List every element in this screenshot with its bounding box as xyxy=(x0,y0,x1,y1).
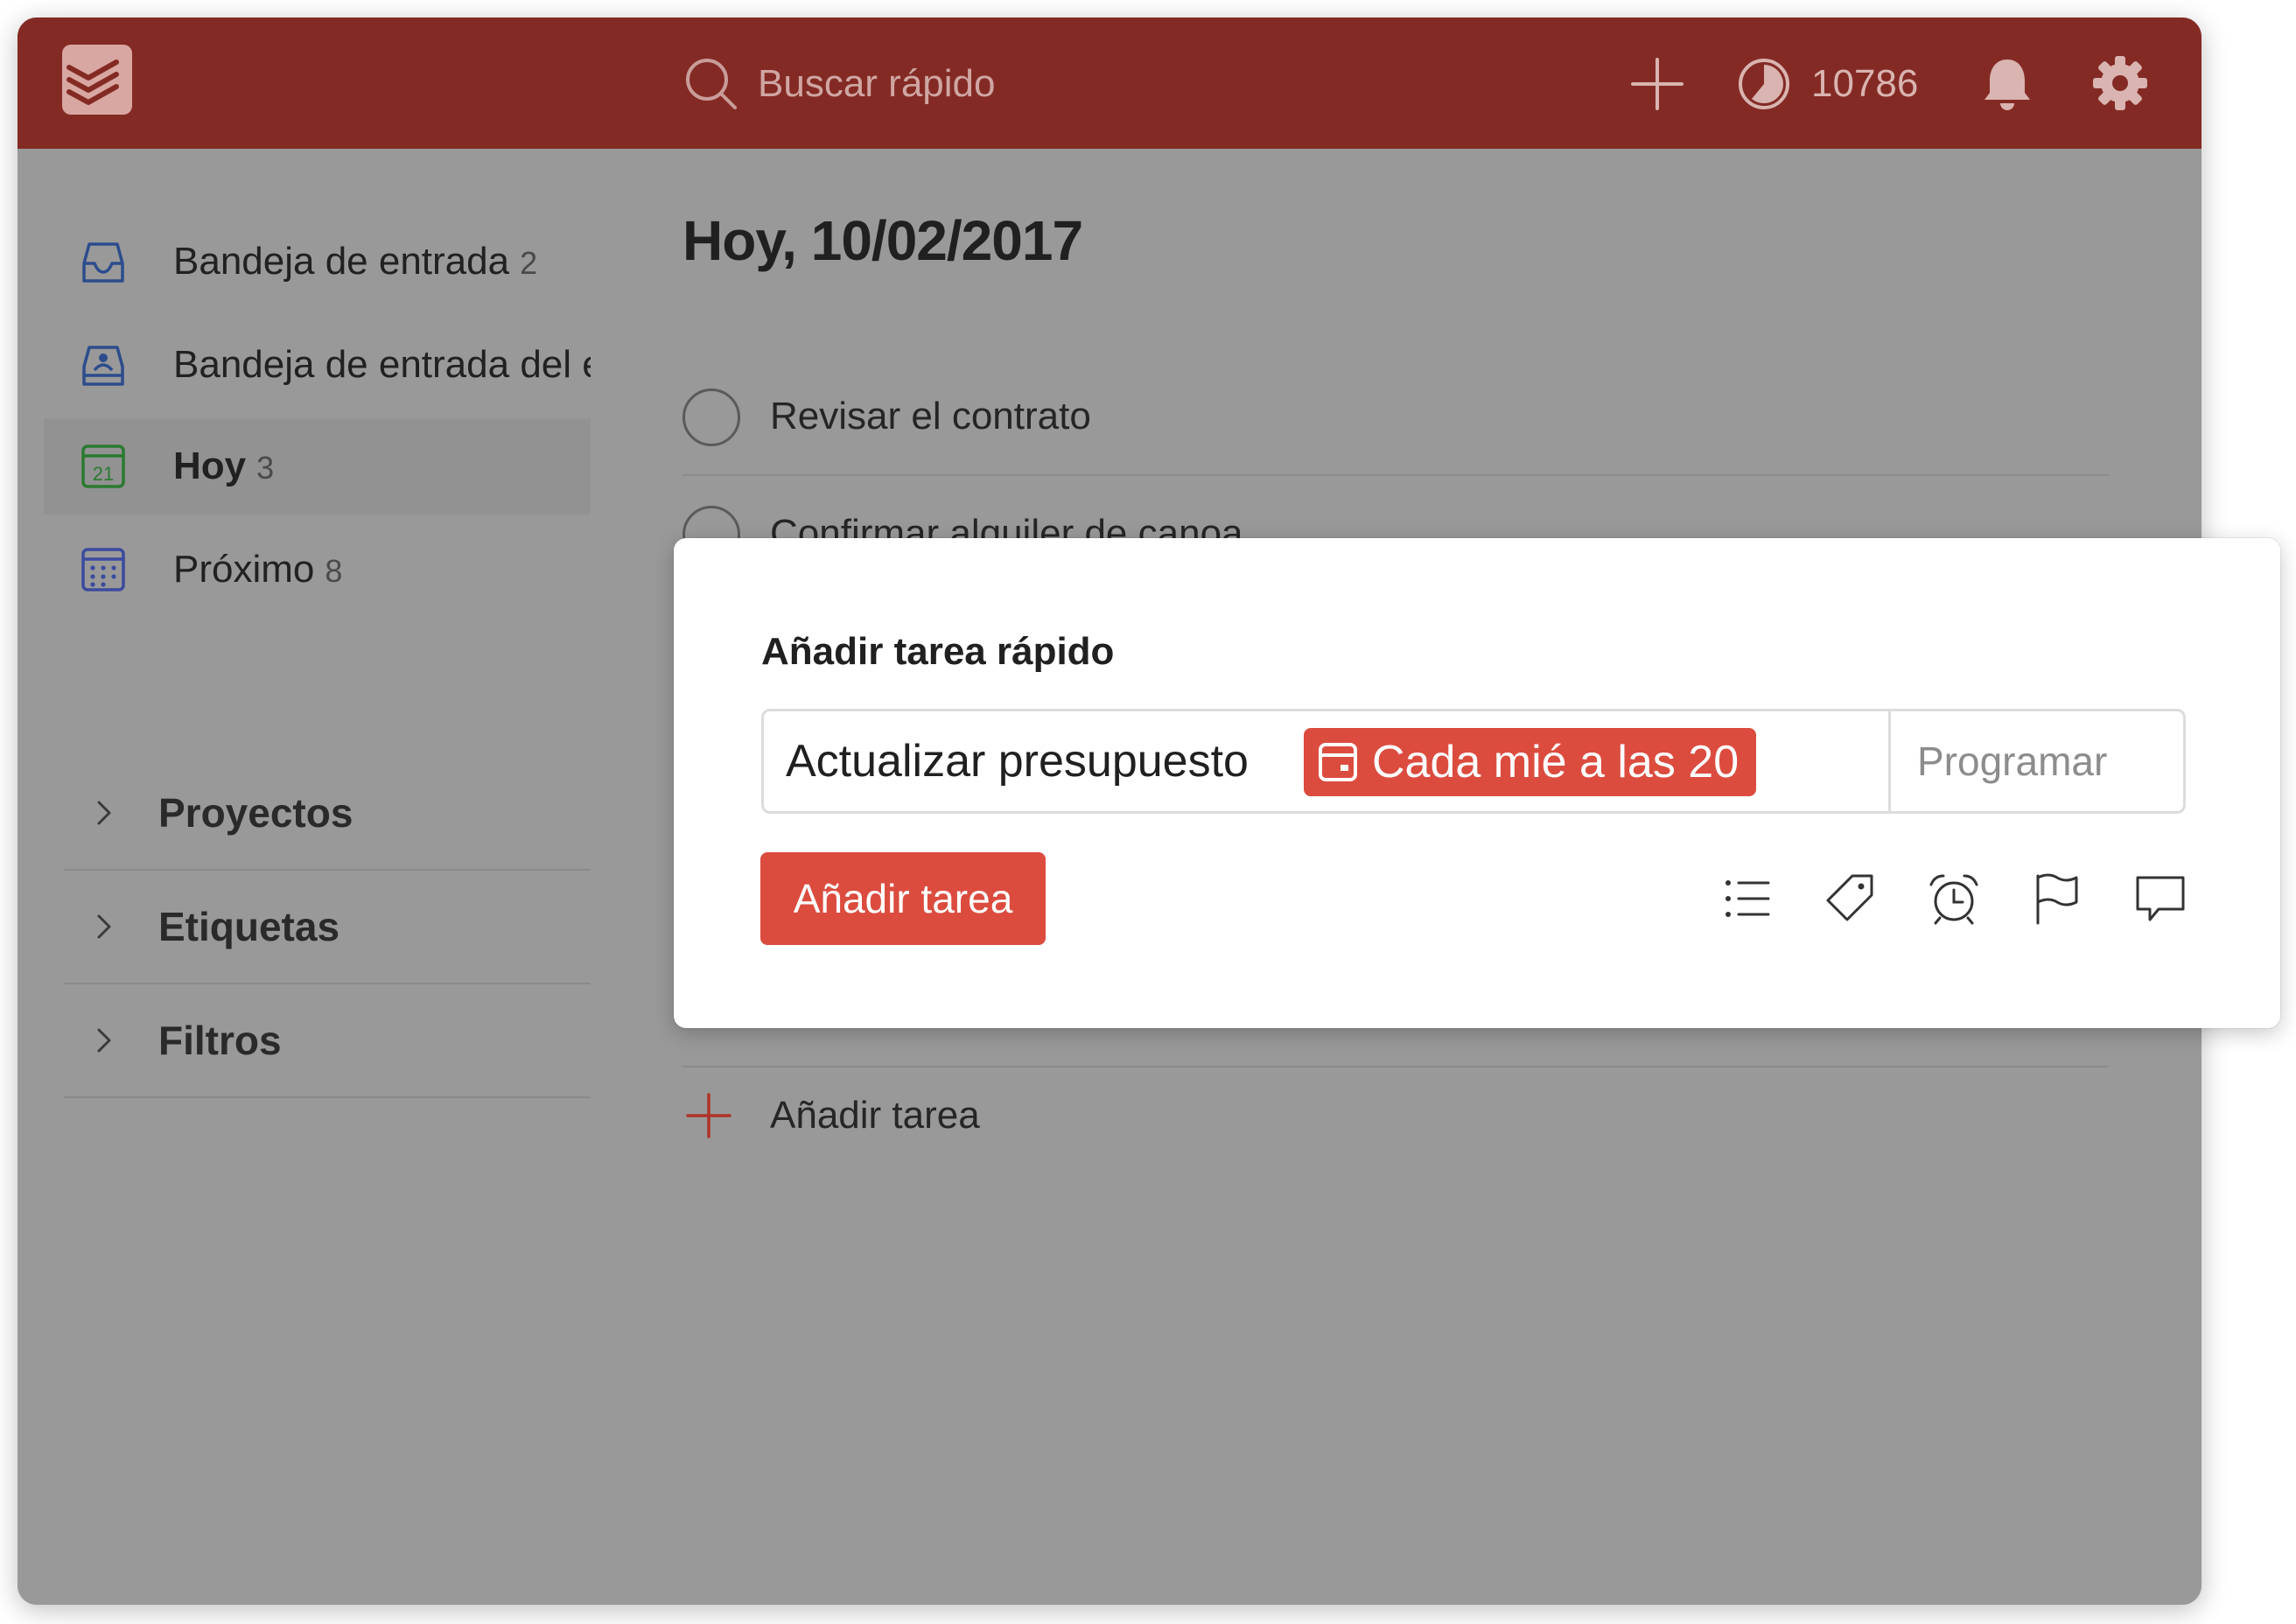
sidebar-item-label: Hoy 3 xyxy=(173,444,274,488)
task-list-divider xyxy=(682,1066,2109,1068)
comment-icon[interactable] xyxy=(2132,871,2188,927)
quick-add-dialog: Añadir tarea rápido Actualizar presupues… xyxy=(674,538,2280,1028)
today-count: 3 xyxy=(256,450,275,486)
karma-icon xyxy=(1739,59,1789,109)
inbox-icon xyxy=(82,242,124,283)
alarm-icon[interactable] xyxy=(1926,871,1982,927)
search-placeholder: Buscar rápido xyxy=(758,62,996,105)
due-date-chip[interactable]: Cada mié a las 20 xyxy=(1304,728,1757,796)
list-icon[interactable] xyxy=(1719,871,1775,927)
flag-icon[interactable] xyxy=(2029,871,2085,927)
team-inbox-icon xyxy=(82,346,124,386)
sidebar: Bandeja de entrada 2 Bandeja de entrada d… xyxy=(18,149,634,1605)
today-label: Hoy xyxy=(173,444,247,487)
calendar-chip-icon xyxy=(1319,743,1357,781)
calendar-today-icon: 21 xyxy=(81,444,125,488)
add-icon[interactable] xyxy=(1628,54,1687,114)
calendar-day-number: 21 xyxy=(93,463,114,485)
chevron-right-icon[interactable] xyxy=(88,797,120,829)
task-input-field[interactable]: Actualizar presupuesto Cada mié a las 20… xyxy=(761,709,2186,814)
section-label: Etiquetas xyxy=(158,904,340,949)
sidebar-item-label: Próximo 8 xyxy=(173,548,342,592)
sidebar-section-projects[interactable]: Proyectos xyxy=(64,757,608,871)
sidebar-section-labels[interactable]: Etiquetas xyxy=(64,871,608,984)
sidebar-item-team-inbox[interactable]: Bandeja de entrada del equipo xyxy=(44,317,634,413)
add-task-row[interactable]: Añadir tarea xyxy=(682,1085,980,1146)
sidebar-item-today[interactable]: 21 Hoy 3 xyxy=(44,418,608,514)
karma-value: 10786 xyxy=(1811,62,1919,105)
karma-indicator[interactable]: 10786 xyxy=(1736,55,1918,113)
schedule-field[interactable]: Programar xyxy=(1917,738,2107,785)
inbox-label: Bandeja de entrada xyxy=(173,240,510,283)
search-icon xyxy=(686,59,737,109)
task-input-text[interactable]: Actualizar presupuesto xyxy=(786,735,1249,788)
task-text: Revisar el contrato xyxy=(770,395,1091,438)
page-title: Hoy, 10/02/2017 xyxy=(682,209,1083,272)
sidebar-section-filters[interactable]: Filtros xyxy=(64,984,608,1098)
inbox-count: 2 xyxy=(520,245,538,281)
plus-icon xyxy=(686,1093,732,1138)
label-icon[interactable] xyxy=(1823,871,1879,927)
chevron-right-icon[interactable] xyxy=(88,911,120,942)
add-task-button[interactable]: Añadir tarea xyxy=(760,852,1046,945)
section-label: Filtros xyxy=(158,1018,282,1063)
section-label: Proyectos xyxy=(158,790,354,836)
sidebar-item-label: Bandeja de entrada 2 xyxy=(173,240,537,284)
calendar-upcoming-icon xyxy=(81,548,125,592)
task-checkbox[interactable] xyxy=(682,388,740,446)
upcoming-count: 8 xyxy=(325,553,343,589)
sidebar-item-upcoming[interactable]: Próximo 8 xyxy=(44,522,608,618)
gear-icon[interactable] xyxy=(2091,54,2149,112)
task-row[interactable]: Revisar el contrato xyxy=(682,359,2109,476)
todoist-logo-icon[interactable] xyxy=(62,45,132,115)
upcoming-label: Próximo xyxy=(173,548,315,591)
dialog-title: Añadir tarea rápido xyxy=(761,630,1115,673)
top-bar: Buscar rápido 10786 xyxy=(18,18,2202,149)
due-date-text: Cada mié a las 20 xyxy=(1372,737,1740,788)
quick-search[interactable]: Buscar rápido xyxy=(682,55,995,113)
add-task-label: Añadir tarea xyxy=(770,1094,980,1137)
bell-icon[interactable] xyxy=(1979,54,2035,114)
sidebar-item-inbox[interactable]: Bandeja de entrada 2 xyxy=(44,214,608,310)
sidebar-item-label: Bandeja de entrada del equipo xyxy=(173,343,634,386)
chevron-right-icon[interactable] xyxy=(88,1025,120,1056)
field-divider xyxy=(1888,711,1891,811)
